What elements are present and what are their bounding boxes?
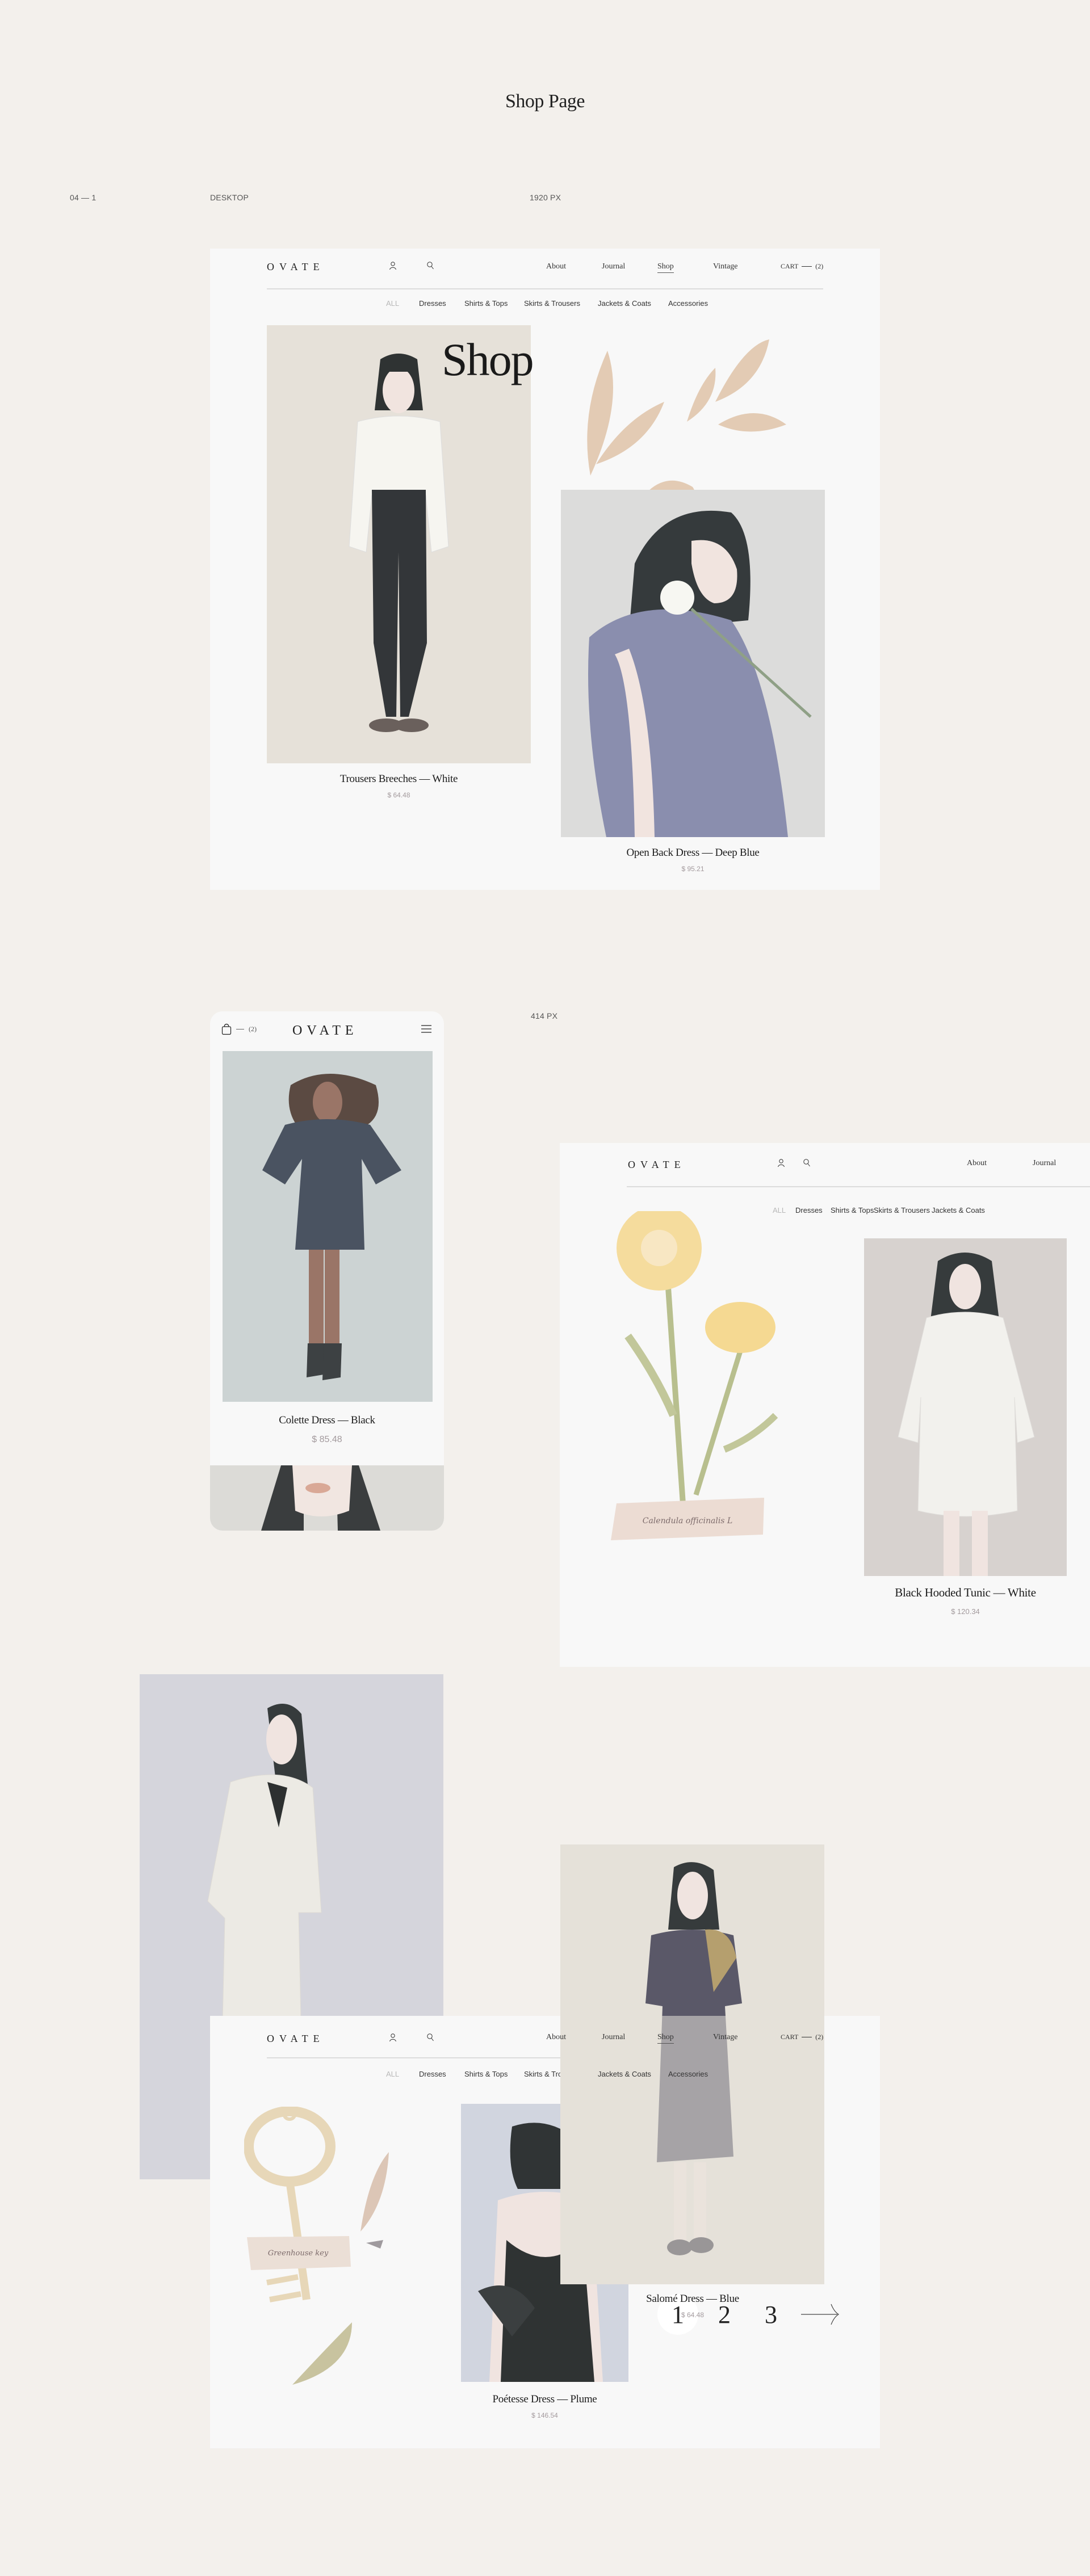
page-title: Shop Page: [505, 91, 585, 112]
cart-button[interactable]: CART (2): [781, 262, 823, 271]
cart-count: (2): [815, 2033, 824, 2041]
desktop-shop-card-partial: OVATE About Journal ALL Dresses Shirts &…: [560, 1143, 1090, 1667]
hamburger-menu-icon: [421, 1025, 431, 1033]
product-price: $ 64.48: [681, 2311, 705, 2319]
nav-link-vintage[interactable]: Vintage: [713, 262, 737, 271]
product-name[interactable]: Poétesse Dress — Plume: [461, 2393, 628, 2406]
cart-label: CART: [781, 262, 799, 270]
mobile-cart-button[interactable]: (2): [221, 1023, 257, 1035]
category-shirts-tops[interactable]: Shirts & Tops: [464, 2070, 508, 2078]
product-image-hooded-tunic[interactable]: [864, 1238, 1067, 1576]
account-button[interactable]: [387, 260, 399, 271]
menu-button[interactable]: [421, 1025, 431, 1036]
product-image-colette-dress[interactable]: [223, 1051, 433, 1402]
account-button[interactable]: [387, 2032, 399, 2043]
category-jackets-coats[interactable]: Jackets & Coats: [932, 1206, 985, 1215]
nav-link-journal[interactable]: Journal: [602, 2033, 625, 2042]
desktop-label: DESKTOP: [210, 193, 249, 202]
product-image-open-back-dress[interactable]: [561, 490, 825, 837]
product-price: $ 120.34: [951, 1607, 980, 1616]
search-icon: [427, 262, 434, 270]
nav-link-journal[interactable]: Journal: [602, 262, 625, 271]
category-accessories[interactable]: Accessories: [668, 2070, 708, 2078]
category-accessories[interactable]: Accessories: [668, 299, 708, 308]
product-price: $ 95.21: [681, 865, 705, 873]
woman-face-crop-illustration: [261, 1465, 380, 1531]
cart-count: (2): [249, 1024, 257, 1033]
search-icon: [803, 1159, 810, 1167]
nav-link-journal[interactable]: Journal: [1033, 1159, 1056, 1168]
category-dresses[interactable]: Dresses: [419, 299, 446, 308]
brand-logo[interactable]: OVATE: [628, 1159, 686, 1171]
product-name[interactable]: Open Back Dress — Deep Blue: [561, 847, 825, 859]
cart-dash: [802, 266, 812, 267]
arrow-right-icon: [801, 2304, 840, 2325]
desktop-width-label: 1920 PX: [530, 193, 561, 202]
woman-figure-illustration: [349, 354, 449, 732]
shopping-bag-icon: [221, 1023, 232, 1035]
search-button[interactable]: [801, 1157, 812, 1169]
hero-heading: Shop: [442, 334, 534, 385]
product-name[interactable]: Trousers Breeches — White: [267, 773, 531, 785]
nav-link-about[interactable]: About: [967, 1159, 987, 1168]
woman-back-rose-illustration: [588, 510, 812, 837]
search-icon: [427, 2033, 434, 2041]
brand-logo[interactable]: OVATE: [267, 261, 325, 273]
product-name[interactable]: Black Hooded Tunic — White: [864, 1586, 1067, 1600]
cart-count: (2): [815, 262, 824, 270]
greenhouse-key-illustration: Greenhouse key: [244, 2107, 389, 2385]
category-jackets-coats[interactable]: Jackets & Coats: [598, 299, 651, 308]
user-icon: [389, 262, 396, 270]
woman-dark-dress-scarf-illustration: [645, 1862, 742, 2255]
category-dresses[interactable]: Dresses: [795, 1206, 823, 1215]
nav-link-shop[interactable]: Shop: [657, 262, 674, 273]
category-all[interactable]: ALL: [386, 2070, 399, 2078]
cart-label: CART: [781, 2033, 799, 2041]
next-page-button[interactable]: [797, 2294, 842, 2335]
product-image-trousers-breeches[interactable]: [267, 325, 531, 763]
product-image-next-preview[interactable]: [210, 1465, 444, 1531]
brand-logo[interactable]: OVATE: [292, 1023, 358, 1039]
account-button[interactable]: [775, 1157, 787, 1169]
product-image-salome-dress[interactable]: [560, 1844, 824, 2284]
mobile-width-label: 414 PX: [531, 1011, 558, 1020]
leaves-illustration: [587, 339, 786, 498]
category-skirts-trousers[interactable]: Skirts & Trousers: [524, 299, 580, 308]
brand-logo[interactable]: OVATE: [267, 2033, 325, 2045]
category-dresses[interactable]: Dresses: [419, 2070, 446, 2078]
category-shirts-tops[interactable]: Shirts & Tops: [831, 1206, 874, 1215]
key-tag-label: Greenhouse key: [268, 2249, 329, 2258]
mobile-shop-card: (2) OVATE Colette Dress — Black $ 85.48: [210, 1011, 444, 1531]
category-all[interactable]: ALL: [386, 299, 399, 308]
product-name[interactable]: Salomé Dress — Blue: [602, 2293, 783, 2305]
category-skirts-trousers[interactable]: Skirts & Trousers: [874, 1206, 930, 1215]
desktop-shop-card: OVATE About Journal Shop Vintage CART (2…: [210, 249, 880, 890]
user-icon: [778, 1159, 785, 1167]
product-price: $ 85.48: [312, 1435, 342, 1444]
product-price: $ 146.54: [531, 2411, 558, 2419]
search-button[interactable]: [425, 2032, 436, 2043]
nav-divider: [627, 1186, 1090, 1187]
nav-link-about[interactable]: About: [546, 262, 566, 271]
section-index: 04 — 1: [70, 193, 97, 202]
product-price: $ 64.48: [387, 791, 410, 799]
user-icon: [389, 2033, 396, 2042]
nav-link-shop[interactable]: Shop: [657, 2033, 674, 2044]
woman-white-tunic-illustration: [898, 1253, 1035, 1576]
category-jackets-coats[interactable]: Jackets & Coats: [598, 2070, 651, 2078]
cart-button[interactable]: CART (2): [781, 2033, 823, 2041]
nav-link-vintage[interactable]: Vintage: [713, 2033, 737, 2042]
calendula-flower-illustration: Calendula officinalis L: [611, 1211, 778, 1540]
search-button[interactable]: [425, 260, 436, 271]
nav-divider: [267, 288, 823, 289]
nav-link-about[interactable]: About: [546, 2033, 566, 2042]
flower-tag-label: Calendula officinalis L: [643, 1516, 732, 1526]
woman-shirt-dress-illustration: [262, 1074, 401, 1380]
category-shirts-tops[interactable]: Shirts & Tops: [464, 299, 508, 308]
product-name[interactable]: Colette Dress — Black: [210, 1414, 444, 1427]
